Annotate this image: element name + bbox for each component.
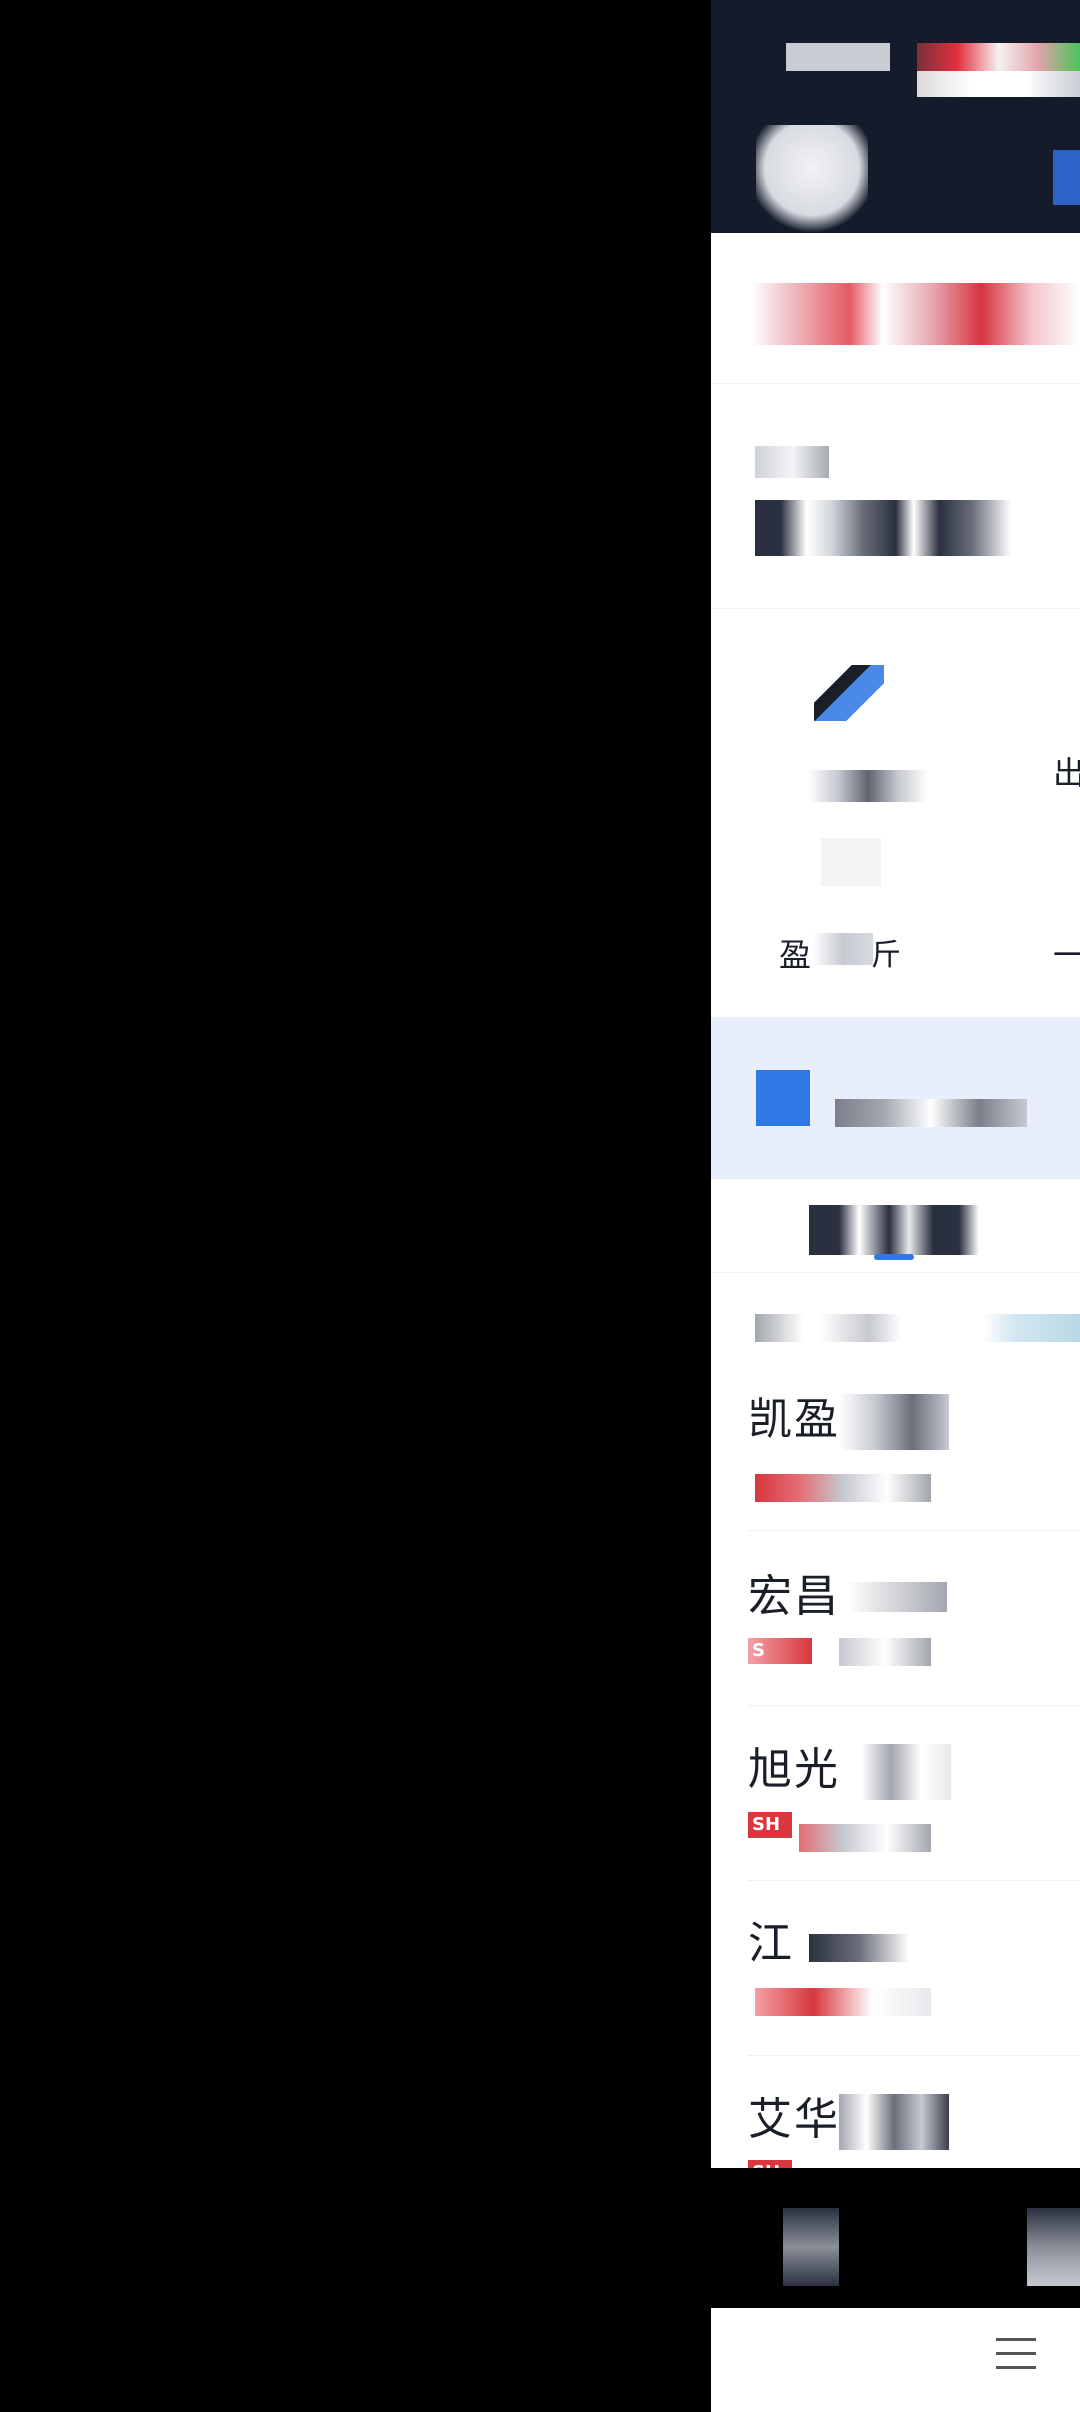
market-badge: SH <box>748 1812 792 1838</box>
stock-code-blur <box>755 1988 931 2016</box>
header-red-blur-2 <box>917 71 1080 97</box>
right-dash: 一 <box>1053 936 1080 974</box>
stock-name[interactable]: 江 <box>748 1907 794 1971</box>
separator <box>711 608 1080 609</box>
grid-item-blur <box>813 933 873 965</box>
tab-label-blur[interactable] <box>809 1205 1009 1255</box>
separator <box>748 2055 1080 2056</box>
stock-name-blur <box>847 1582 947 1612</box>
stock-name-blur <box>839 2094 949 2150</box>
hamburger-menu-icon[interactable] <box>996 2338 1036 2378</box>
grid-label-blur <box>808 770 928 802</box>
stock-code-blur <box>799 1824 931 1852</box>
separator <box>748 1530 1080 1531</box>
separator <box>748 1880 1080 1881</box>
market-badge: SH <box>748 2160 792 2168</box>
header-red-blur <box>917 43 1080 71</box>
grid-icon-2[interactable] <box>821 838 881 886</box>
grid-icon[interactable] <box>814 665 884 721</box>
stock-code-blur <box>839 1638 931 1666</box>
column-header-blur <box>755 1314 1080 1342</box>
separator <box>711 383 1080 384</box>
header-title-blur <box>786 43 890 71</box>
highlight-label-blur <box>835 1099 1027 1127</box>
top-header <box>711 0 1080 233</box>
small-label-blur <box>755 446 829 478</box>
market-badge: S <box>748 1638 812 1664</box>
tab-icon[interactable] <box>1027 2208 1080 2286</box>
stock-name[interactable]: 艾华 <box>748 2083 840 2147</box>
blue-square-icon <box>756 1070 810 1126</box>
bottom-nav <box>711 2308 1080 2412</box>
tab-icon[interactable] <box>783 2208 839 2286</box>
tab-indicator <box>874 1254 914 1260</box>
bottom-tab-strip <box>711 2168 1080 2308</box>
separator <box>711 1272 1080 1273</box>
value-blur <box>755 500 1011 556</box>
stock-code-blur <box>755 1474 931 1502</box>
stock-name[interactable]: 凯盈 <box>748 1383 840 1447</box>
app-panel: 出 盈 斤 一 凯盈 宏昌 S 旭光 SH 江 艾华 SH <box>711 0 1080 2412</box>
grid-item-label: 盈 <box>779 936 812 974</box>
separator <box>748 1705 1080 1706</box>
right-edge-label: 出 <box>1053 754 1080 792</box>
stock-name-blur <box>839 1394 949 1450</box>
grid-item-suffix: 斤 <box>871 938 901 973</box>
stock-name-blur <box>861 1744 951 1800</box>
stock-name-blur <box>809 1934 909 1962</box>
avatar[interactable] <box>756 125 868 233</box>
stock-name[interactable]: 旭光 <box>748 1733 840 1797</box>
header-blue-button[interactable] <box>1053 150 1080 205</box>
stock-name[interactable]: 宏昌 <box>748 1560 840 1624</box>
promo-banner[interactable] <box>751 283 1080 345</box>
highlight-row[interactable] <box>711 1017 1080 1179</box>
